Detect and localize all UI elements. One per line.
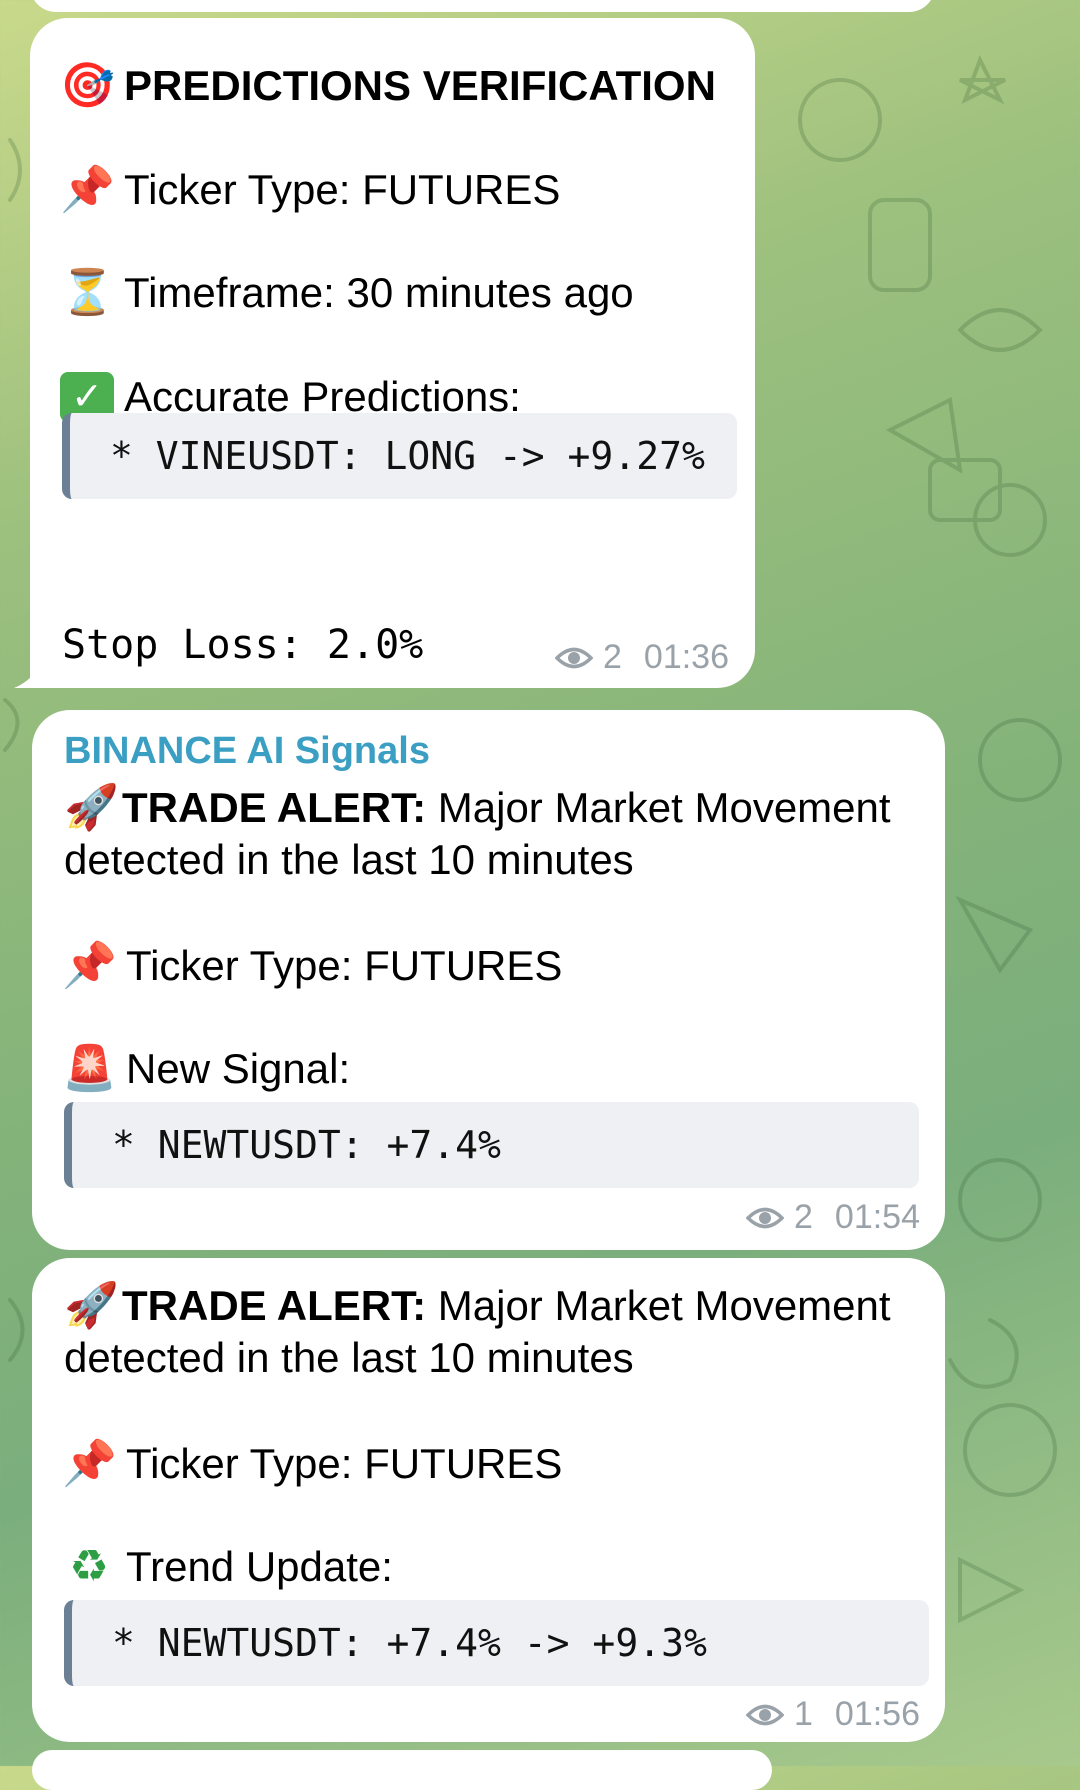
views-count: 1 <box>794 1695 813 1733</box>
code-block-new-signal[interactable]: * NEWTUSDT: +7.4% <box>64 1102 919 1188</box>
trade-alert-label: TRADE ALERT: <box>122 784 427 831</box>
siren-icon: 🚨 <box>62 1044 117 1093</box>
pushpin-icon: 📌 <box>62 941 117 990</box>
trend-update-line: ♻ Trend Update: <box>62 1543 393 1591</box>
trade-alert-label: TRADE ALERT: <box>122 1282 427 1329</box>
ticker-type-text: Ticker Type: FUTURES <box>126 1440 563 1487</box>
views-count: 2 <box>603 638 622 676</box>
views-eye-icon <box>746 1704 784 1725</box>
ticker-type-line: 📌 Ticker Type: FUTURES <box>60 166 560 214</box>
stop-loss-text: Stop Loss: 2.0% <box>62 622 424 668</box>
sender-name[interactable]: BINANCE AI Signals <box>64 730 430 773</box>
predictions-title: PREDICTIONS VERIFICATION <box>124 62 716 109</box>
ticker-type-line: 📌 Ticker Type: FUTURES <box>62 1440 562 1488</box>
message-bubble-trend-update[interactable]: 🚀TRADE ALERT: Major Market Movement dete… <box>32 1258 945 1742</box>
recycle-icon: ♻ <box>69 1542 109 1591</box>
timeframe-line: ⏳ Timeframe: 30 minutes ago <box>60 269 634 317</box>
dart-target-icon: 🎯 <box>60 61 115 110</box>
message-time: 01:36 <box>643 638 730 676</box>
trade-alert-paragraph: 🚀TRADE ALERT: Major Market Movement dete… <box>64 782 944 886</box>
next-message-bubble-partial <box>32 1750 772 1790</box>
message-bubble-predictions[interactable]: 🎯 PREDICTIONS VERIFICATION 📌 Ticker Type… <box>30 18 755 688</box>
ticker-type-text: Ticker Type: FUTURES <box>124 166 561 213</box>
new-signal-text: New Signal: <box>126 1045 351 1092</box>
bubble-tail <box>14 658 44 688</box>
views-eye-icon <box>746 1207 784 1228</box>
message-bubble-new-signal[interactable]: BINANCE AI Signals 🚀TRADE ALERT: Major M… <box>32 710 945 1250</box>
code-block-trend-update[interactable]: * NEWTUSDT: +7.4% -> +9.3% <box>64 1600 929 1686</box>
message-meta: 2 01:36 <box>555 638 729 677</box>
rocket-icon: 🚀 <box>64 1281 119 1330</box>
hourglass-icon: ⏳ <box>60 268 115 317</box>
trade-alert-paragraph: 🚀TRADE ALERT: Major Market Movement dete… <box>64 1280 944 1384</box>
message-time: 01:56 <box>834 1695 921 1733</box>
trend-update-text: Trend Update: <box>126 1543 393 1590</box>
timeframe-text: Timeframe: 30 minutes ago <box>124 269 634 316</box>
rocket-icon: 🚀 <box>64 783 119 832</box>
pushpin-icon: 📌 <box>62 1439 117 1488</box>
views-count: 2 <box>794 1198 813 1236</box>
views-eye-icon <box>555 647 593 668</box>
pushpin-icon: 📌 <box>60 165 115 214</box>
new-signal-line: 🚨 New Signal: <box>62 1045 350 1093</box>
message-meta: 2 01:54 <box>746 1198 920 1237</box>
message-title-line: 🎯 PREDICTIONS VERIFICATION <box>60 62 716 110</box>
code-block-predictions[interactable]: * VINEUSDT: LONG -> +9.27% <box>62 413 737 499</box>
previous-message-bubble-partial <box>30 0 935 12</box>
message-meta: 1 01:56 <box>746 1695 920 1734</box>
ticker-type-text: Ticker Type: FUTURES <box>126 942 563 989</box>
message-time: 01:54 <box>834 1198 921 1236</box>
ticker-type-line: 📌 Ticker Type: FUTURES <box>62 942 562 990</box>
